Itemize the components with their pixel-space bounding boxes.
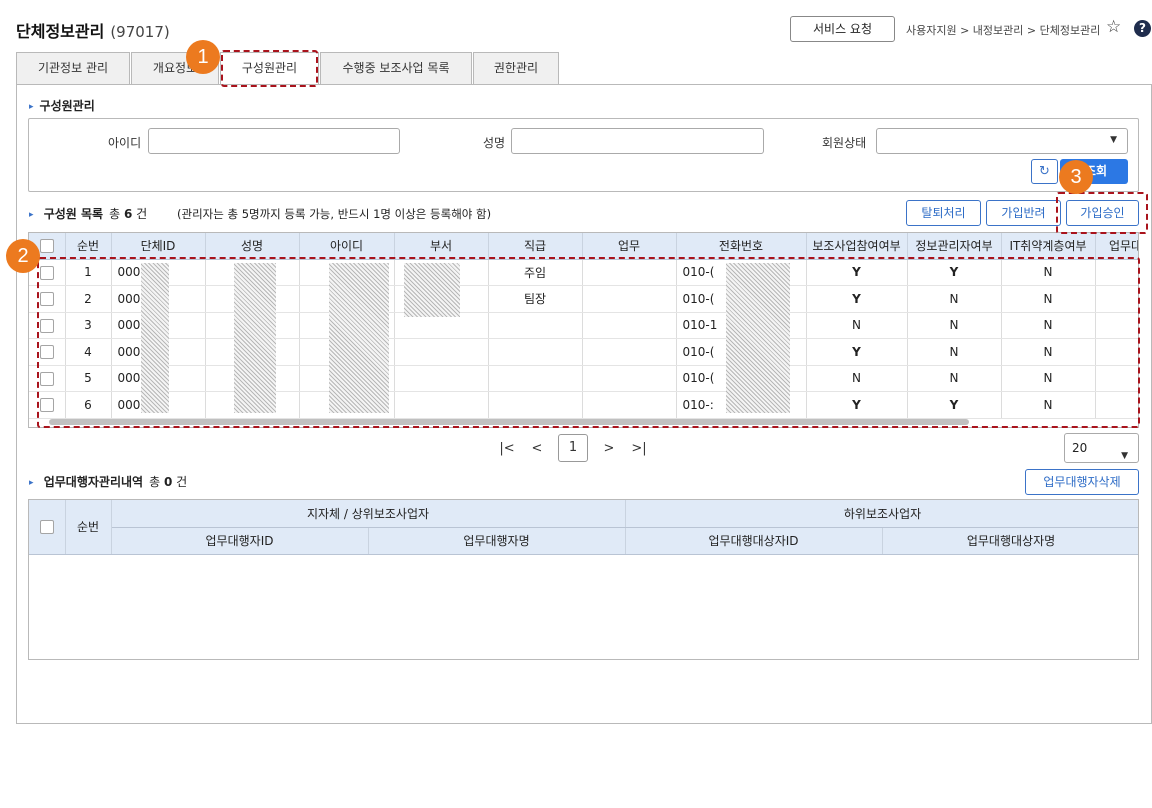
page-size-select[interactable]: 20 ▼ [1064,433,1139,463]
group-header-lower: 하위보조사업자 [625,500,1138,528]
service-request-button[interactable]: 서비스 요청 [790,16,895,42]
col-header: 부서 [394,233,489,260]
group-header-upper: 지자체 / 상위보조사업자 [111,500,626,528]
col-header: 정보관리자여부 [907,233,1002,260]
step-marker-1: 1 [186,40,220,74]
member-list-title: 구성원 목록총 6 건 [29,205,148,222]
chevron-down-icon: ▼ [1121,451,1128,461]
col-header: 업무 [582,233,677,260]
star-icon[interactable]: ☆ [1106,17,1121,37]
agency-select-all-checkbox[interactable] [39,520,54,534]
col-header: 업무대 [1095,233,1138,260]
breadcrumb: 사용자지원 > 내정보관리 > 단체정보관리 [906,24,1101,37]
col-header: 단체ID [111,233,206,260]
col-header: 성명 [205,233,300,260]
col-header: 순번 [65,233,112,260]
id-input[interactable] [148,128,400,154]
agency-grid: 순번 지자체 / 상위보조사업자 하위보조사업자 업무대행자ID 업무대행자명 … [28,499,1139,660]
page-size-value: 20 [1072,441,1088,455]
agency-select-all-cell [29,500,66,555]
search-section-title: 구성원관리 [29,97,95,114]
status-label: 회원상태 [822,136,867,150]
highlight-rows [37,257,1140,428]
name-label: 성명 [483,136,506,150]
withdraw-button[interactable]: 탈퇴처리 [906,200,981,226]
col-header: 보조사업참여여부 [806,233,908,260]
highlight-approve [1056,192,1148,234]
col-header: 업무대행대상자ID [625,527,883,555]
name-input[interactable] [511,128,764,154]
tab-grant-projects[interactable]: 수행중 보조사업 목록 [320,52,472,85]
col-header: 아이디 [299,233,395,260]
pagination: |< < 1 > >| [492,434,654,462]
col-header: 업무대행자ID [111,527,369,555]
delete-agent-button[interactable]: 업무대행자삭제 [1025,469,1139,495]
agency-count: 총 0 건 [149,475,188,489]
id-label: 아이디 [108,136,142,150]
col-header: 순번 [65,500,112,555]
org-code: (97017) [110,23,170,41]
col-header: 직급 [488,233,583,260]
status-select[interactable]: ▼ [876,128,1128,154]
select-all-checkbox[interactable] [39,239,54,253]
tab-permissions[interactable]: 권한관리 [473,52,559,85]
page-title-text: 단체정보관리 [16,22,105,41]
member-grid-header: 순번 단체ID 성명 아이디 부서 직급 업무 전화번호 보조사업참여여부 정보… [29,233,1138,260]
prev-page-icon[interactable]: < [522,441,552,456]
current-page[interactable]: 1 [558,434,588,462]
col-header: 업무대행대상자명 [882,527,1138,555]
reset-button[interactable]: ↻ [1031,159,1058,184]
admin-note: (관리자는 총 5명까지 등록 가능, 반드시 1명 이상은 등록해야 함) [177,207,492,221]
help-icon[interactable]: ? [1134,20,1151,37]
step-marker-2: 2 [6,239,40,273]
last-page-icon[interactable]: >| [624,441,654,456]
refresh-icon: ↻ [1039,164,1050,179]
col-header: 전화번호 [676,233,807,260]
highlight-tab [221,50,318,87]
member-count: 총 6 건 [109,207,148,221]
col-header: IT취약계층여부 [1001,233,1096,260]
chevron-down-icon: ▼ [1110,135,1117,145]
page-title: 단체정보관리 (97017) [16,18,170,42]
agency-section-title: 업무대행자관리내역총 0 건 [29,473,187,490]
col-header: 업무대행자명 [368,527,626,555]
next-page-icon[interactable]: > [594,441,624,456]
reject-button[interactable]: 가입반려 [986,200,1061,226]
step-marker-3: 3 [1059,160,1093,194]
first-page-icon[interactable]: |< [492,441,522,456]
tab-org-info[interactable]: 기관정보 관리 [16,52,130,85]
